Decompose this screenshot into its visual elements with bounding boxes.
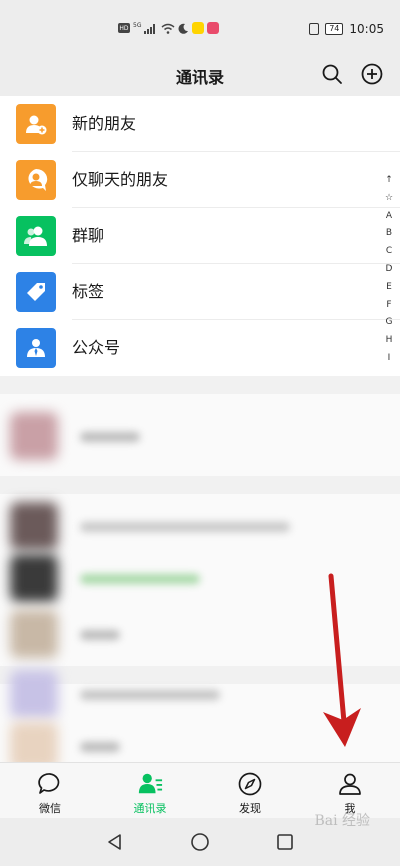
index-letter[interactable]: B (386, 225, 392, 243)
moon-icon (178, 23, 189, 34)
status-right: 74 10:05 (309, 22, 384, 36)
index-letter[interactable]: ☆ (385, 190, 393, 208)
blurred-contact-row[interactable] (10, 716, 380, 762)
official-account-icon (16, 328, 56, 368)
blurred-contact-row[interactable] (10, 406, 380, 466)
person-icon (337, 771, 363, 797)
compass-icon (237, 771, 263, 797)
app-notification-icon (192, 22, 205, 34)
home-circle-icon (191, 833, 209, 851)
index-letter[interactable]: G (386, 314, 393, 332)
blurred-contact-list (0, 376, 400, 762)
watermark-logo: Bai 经验 (314, 810, 370, 830)
blurred-section-header (0, 476, 400, 494)
index-letter[interactable]: C (386, 243, 392, 261)
back-triangle-icon (108, 834, 121, 850)
app-notification-icon (207, 22, 220, 34)
header: 通讯录 (0, 56, 400, 96)
search-icon (322, 64, 342, 84)
status-bar: HD 5G 74 10:05 (0, 0, 400, 56)
index-letter[interactable]: ↑ (385, 172, 393, 190)
network-type-label: 5G (133, 21, 142, 29)
contact-entry-list: 新的朋友 仅聊天的朋友 群聊 标签 公众号 (0, 96, 400, 376)
index-letter[interactable]: H (386, 332, 393, 350)
contacts-icon (137, 771, 163, 797)
index-letter[interactable]: A (386, 208, 392, 226)
add-button[interactable] (360, 62, 384, 86)
hd-icon: HD (118, 23, 130, 33)
wifi-icon (161, 23, 175, 34)
nfc-icon (309, 23, 320, 35)
index-letter[interactable]: D (386, 261, 393, 279)
blurred-contact-row[interactable] (10, 496, 380, 556)
clock: 10:05 (349, 22, 384, 36)
watermark-text: Bai 经验 (314, 813, 370, 829)
index-letter[interactable]: I (388, 350, 391, 368)
back-button[interactable] (103, 830, 127, 854)
list-item-label: 新的朋友 (72, 114, 137, 133)
blurred-contact-row[interactable] (10, 604, 380, 664)
alphabet-index[interactable]: ↑ ☆ A B C D E F G H I (382, 172, 396, 368)
add-friend-icon (16, 104, 56, 144)
list-item-label: 群聊 (72, 226, 105, 245)
status-icons: HD 5G (118, 21, 220, 34)
group-chats-item[interactable]: 群聊 (0, 208, 400, 264)
signal-icon (144, 23, 158, 34)
new-friends-item[interactable]: 新的朋友 (0, 96, 400, 152)
list-item-label: 仅聊天的朋友 (72, 170, 169, 189)
tab-contacts[interactable]: 通讯录 (100, 763, 200, 818)
index-letter[interactable]: F (386, 297, 391, 315)
search-button[interactable] (320, 62, 344, 86)
tab-discover[interactable]: 发现 (200, 763, 300, 818)
chat-bubble-icon (37, 771, 63, 797)
official-accounts-item[interactable]: 公众号 (0, 320, 400, 376)
home-button[interactable] (188, 830, 212, 854)
tab-label: 通讯录 (133, 802, 167, 815)
tab-chats[interactable]: 微信 (0, 763, 100, 818)
tag-icon (16, 272, 56, 312)
battery-indicator: 74 (325, 23, 344, 35)
chat-only-friends-item[interactable]: 仅聊天的朋友 (0, 152, 400, 208)
tab-label: 发现 (239, 802, 261, 815)
tags-item[interactable]: 标签 (0, 264, 400, 320)
blurred-section-header (0, 376, 400, 394)
blurred-contact-row[interactable] (10, 664, 380, 724)
plus-circle-icon (361, 63, 383, 85)
list-item-label: 公众号 (72, 338, 121, 357)
recents-button[interactable] (273, 830, 297, 854)
tab-label: 微信 (39, 802, 61, 815)
blurred-contact-row[interactable] (10, 548, 380, 608)
group-chat-icon (16, 216, 56, 256)
recents-square-icon (277, 834, 293, 850)
list-item-label: 标签 (72, 282, 105, 301)
index-letter[interactable]: E (386, 279, 392, 297)
chat-only-friend-icon (16, 160, 56, 200)
